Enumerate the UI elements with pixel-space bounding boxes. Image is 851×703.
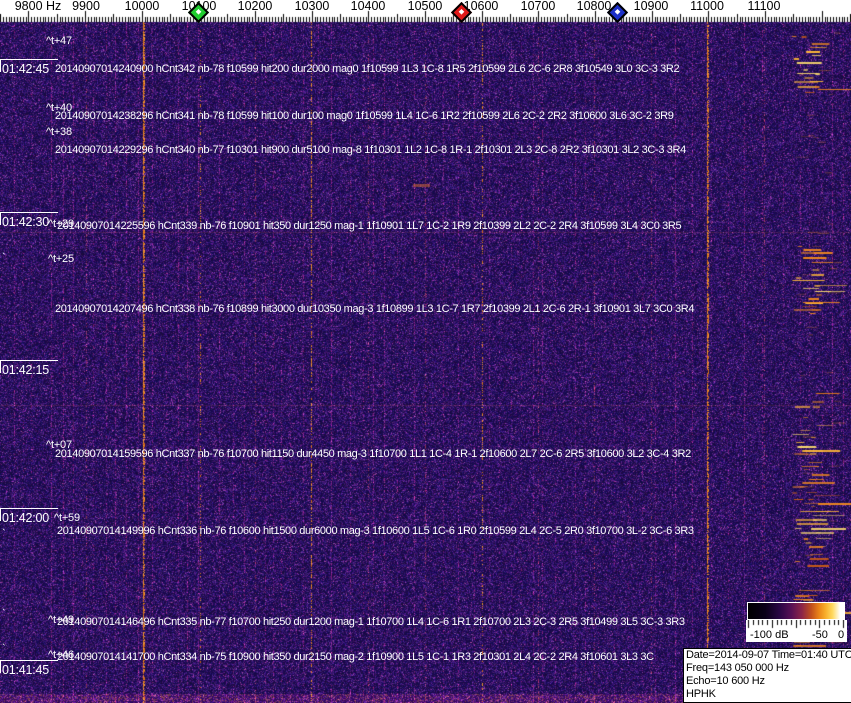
- echo-time-marker: ^t+47: [46, 35, 72, 47]
- time-tick-edge: [0, 660, 1, 673]
- freq-tick-label: 10400: [350, 0, 386, 13]
- detection-log-line: 20140907014225596 hCnt339 nb-76 f10901 h…: [57, 220, 682, 232]
- freq-tick-label: 9800 Hz: [14, 0, 62, 13]
- freq-tick-label: 10700: [520, 0, 556, 13]
- colorbar-label: -50: [812, 629, 828, 641]
- colorbar-ruler-ticks: [746, 620, 847, 629]
- colorbar-label: 0: [838, 629, 845, 641]
- time-tick-line: [0, 212, 58, 213]
- freq-tick-label: 10200: [237, 0, 273, 13]
- colorbar-scale: -100 dB -50 0: [746, 620, 847, 642]
- time-tick-edge: [0, 212, 1, 225]
- info-box-line: HPHK: [686, 688, 716, 700]
- colorbar-label: -100 dB: [750, 629, 789, 641]
- time-label: 01:42:15: [2, 363, 50, 377]
- echo-time-marker: ^t+38: [46, 126, 72, 138]
- spectrogram-display[interactable]: [0, 0, 851, 703]
- spectrogram-app-window: 9800 Hz990010000101001020010300104001050…: [0, 0, 851, 703]
- info-box-line: Echo=10 600 Hz: [686, 675, 765, 687]
- freq-tick-label: 10800: [576, 0, 612, 13]
- colorbar-gradient: [747, 602, 845, 620]
- time-tick-edge: [0, 59, 1, 72]
- detection-log-line: 20140907014149996 hCnt336 nb-76 f10600 h…: [57, 525, 694, 537]
- time-label: 01:42:00: [2, 511, 50, 525]
- detection-log-line: 20140907014240900 hCnt342 nb-78 f10599 h…: [55, 63, 680, 75]
- info-box-line: Date=2014-09-07 Time=01:40 UTC: [686, 649, 851, 661]
- echo-time-marker: ^t+59: [54, 512, 80, 524]
- time-label: 01:42:30: [2, 215, 50, 229]
- freq-tick-label: 11100: [747, 0, 781, 13]
- freq-tick-label: 9900: [72, 0, 100, 13]
- left-edge-mark: `: [2, 252, 6, 264]
- intensity-colorbar: -100 dB -50 0: [746, 602, 847, 642]
- detection-log-line: 20140907014229296 hCnt340 nb-77 f10301 h…: [55, 144, 686, 156]
- marker-center-dot: [458, 8, 465, 15]
- time-tick-line: [0, 508, 58, 509]
- freq-tick-label: 10500: [407, 0, 443, 13]
- detection-log-line: 20140907014207496 hCnt338 nb-76 f10899 h…: [55, 303, 695, 315]
- left-edge-mark: `: [2, 608, 6, 620]
- marker-center-dot: [195, 8, 202, 15]
- time-tick-edge: [0, 508, 1, 521]
- time-tick-edge: [0, 360, 1, 373]
- marker-center-dot: [614, 8, 621, 15]
- echo-time-marker: ^t+25: [48, 253, 74, 265]
- detection-log-line: 20140907014141700 hCnt334 nb-75 f10900 h…: [57, 651, 654, 663]
- station-info-box: Date=2014-09-07 Time=01:40 UTC Freq=143 0…: [683, 648, 851, 703]
- freq-tick-label: 11000: [690, 0, 724, 13]
- detection-log-line: 20140907014238296 hCnt341 nb-78 f10599 h…: [55, 110, 674, 122]
- info-box-line: Freq=143 050 000 Hz: [686, 662, 789, 674]
- time-tick-line: [0, 360, 58, 361]
- freq-tick-label: 10900: [633, 0, 669, 13]
- left-edge-mark: `: [2, 528, 6, 540]
- time-label: 01:41:45: [2, 663, 50, 677]
- detection-log-line: 20140907014146496 hCnt335 nb-77 f10700 h…: [57, 616, 685, 628]
- detection-log-line: 20140907014159596 hCnt337 nb-76 f10700 h…: [55, 448, 691, 460]
- freq-tick-label: 10300: [294, 0, 330, 13]
- time-label: 01:42:45: [2, 62, 50, 76]
- time-tick-line: [0, 59, 58, 60]
- freq-tick-label: 10000: [124, 0, 160, 13]
- left-edge-mark: `: [2, 643, 6, 655]
